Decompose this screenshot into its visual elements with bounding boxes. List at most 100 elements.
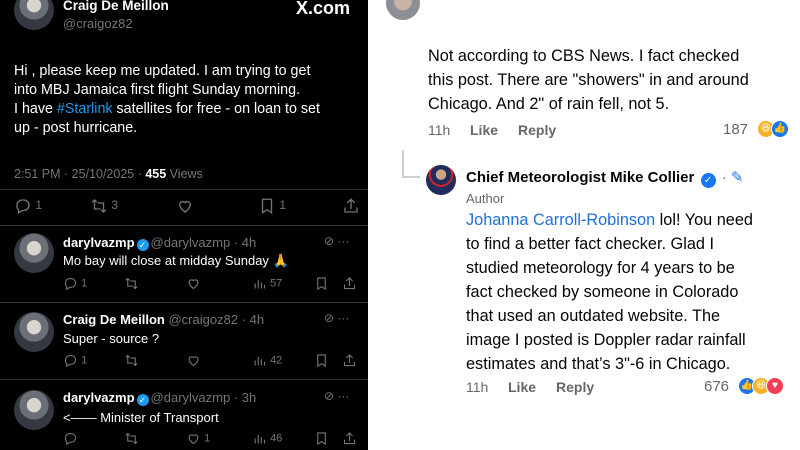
reaction-count[interactable]: 676 (704, 378, 729, 395)
share-button[interactable] (342, 197, 360, 215)
views-icon (254, 279, 266, 289)
more-options-icon[interactable]: ⊘ ··· (324, 234, 349, 248)
reply-line: to find a better fact checker. Glad I (466, 235, 714, 253)
reply-time[interactable]: 11h (466, 379, 488, 395)
like-button[interactable] (176, 197, 194, 215)
bookmark-button[interactable] (314, 276, 329, 291)
bookmark-button[interactable]: 1 (258, 197, 286, 215)
share-button[interactable] (342, 353, 357, 368)
more-options-icon[interactable]: ⊘ ··· (324, 389, 349, 403)
edit-icon[interactable]: ✎ (731, 169, 744, 186)
comment-text: Not according to CBS News. I fact checke… (428, 44, 749, 116)
reply-author[interactable]: Chief Meteorologist Mike Collier ✓ · ✎ (466, 168, 743, 188)
post-author-name[interactable]: Craig De Meillon (63, 0, 169, 13)
views-button[interactable]: 57 (252, 276, 282, 291)
facebook-comments-panel: Not according to CBS News. I fact checke… (368, 0, 800, 450)
divider (0, 379, 368, 380)
reply-author-handle: @darylvazmp · 4h (150, 235, 257, 250)
reply-text: Super - source ? (63, 331, 160, 346)
divider (0, 302, 368, 303)
reply-author-name: darylvazmp (63, 390, 135, 405)
reply-line: image I posted is Doppler radar rainfall (466, 331, 746, 349)
repost-button[interactable] (124, 353, 139, 368)
hashtag-link[interactable]: #Starlink (57, 101, 113, 117)
post-time[interactable]: 2:51 PM · 25/10/2025 · (14, 167, 145, 181)
share-button[interactable] (342, 276, 357, 291)
reply-icon (64, 277, 77, 291)
reply-author-name: Chief Meteorologist Mike Collier (466, 169, 695, 186)
repost-button[interactable] (124, 276, 139, 291)
repost-button[interactable] (124, 431, 139, 446)
reply-text: <—— Minister of Transport (63, 410, 219, 425)
post-text: satellites for free - on loan to set (112, 101, 320, 117)
post-text: I have (14, 101, 57, 117)
love-reaction-icon: ♥ (766, 377, 784, 395)
bookmark-button[interactable] (314, 431, 329, 446)
like-button[interactable] (186, 276, 201, 291)
mention-link[interactable]: Johanna Carroll-Robinson (466, 211, 655, 229)
reply-line: Johanna Carroll-Robinson lol! You need (466, 208, 753, 232)
reply-button[interactable] (63, 431, 78, 446)
divider (0, 225, 368, 226)
share-button[interactable] (342, 431, 357, 446)
bookmark-count: 1 (279, 198, 287, 213)
views-count: 455 (145, 167, 167, 181)
post-author-handle[interactable]: @craigoz82 (63, 16, 133, 31)
comment-line: Chicago. And 2" of rain fell, not 5. (428, 95, 670, 113)
reply-button[interactable]: 1 (63, 276, 87, 291)
author-avatar[interactable] (14, 0, 54, 30)
reply-author[interactable]: darylvazmp ✓ @darylvazmp · 3h (63, 390, 256, 406)
views-icon (254, 434, 266, 444)
share-icon (343, 354, 356, 367)
post-line: I have #Starlink satellites for free - o… (14, 100, 364, 119)
like-button[interactable] (186, 353, 201, 368)
repost-button[interactable]: 3 (90, 197, 118, 215)
reply-button[interactable]: Reply (518, 122, 556, 138)
reply-line: studied meteorology for 4 years to be (466, 259, 735, 277)
comment-time[interactable]: 11h (428, 122, 450, 138)
like-count: 1 (204, 432, 211, 445)
like-button[interactable]: 1 (186, 431, 210, 446)
reply-author-name: darylvazmp (63, 235, 135, 250)
heart-icon (188, 279, 199, 290)
post-timestamp: 2:51 PM · 25/10/2025 · 455 Views (14, 167, 203, 181)
views-button[interactable]: 42 (252, 353, 282, 368)
repost-icon (125, 432, 138, 445)
reaction-count[interactable]: 187 (723, 121, 748, 138)
share-icon (344, 198, 358, 213)
comment-line: this post. There are "showers" in and ar… (428, 71, 749, 89)
bookmark-icon (317, 432, 326, 446)
reply-avatar[interactable] (14, 312, 54, 352)
thread-connector (402, 176, 420, 178)
heart-icon (188, 434, 199, 445)
repost-count: 3 (111, 198, 119, 213)
reply-button[interactable]: Reply (556, 379, 594, 395)
commenter-avatar[interactable] (386, 0, 420, 20)
reply-button[interactable]: 1 (14, 197, 42, 215)
reply-avatar[interactable] (14, 233, 54, 273)
post-body: Hi , please keep me updated. I am trying… (14, 62, 364, 138)
reply-author-handle: @craigoz82 · 4h (168, 312, 265, 327)
share-icon (343, 277, 356, 290)
views-label: Views (166, 167, 203, 181)
reply-avatar[interactable] (14, 390, 54, 430)
reply-author[interactable]: darylvazmp ✓ @darylvazmp · 4h (63, 235, 256, 251)
reply-button[interactable]: 1 (63, 353, 87, 368)
heart-icon (179, 200, 191, 213)
like-button[interactable]: Like (508, 379, 536, 395)
post-line: Hi , please keep me updated. I am trying… (14, 63, 311, 79)
views-button[interactable]: 46 (252, 431, 282, 446)
more-options-icon[interactable]: ⊘ ··· (324, 311, 349, 325)
views-count: 42 (270, 354, 283, 367)
like-button[interactable]: Like (470, 122, 498, 138)
bookmark-button[interactable] (314, 353, 329, 368)
repost-icon (125, 277, 138, 290)
reply-line: that used an outdated website. The (466, 307, 721, 325)
reply-author[interactable]: Craig De Meillon @craigoz82 · 4h (63, 312, 264, 327)
views-count: 57 (270, 277, 283, 290)
x-logo: X.com (296, 0, 351, 18)
views-count: 46 (270, 432, 283, 445)
reply-icon (64, 432, 77, 446)
bookmark-icon (261, 198, 273, 215)
reply-author-avatar[interactable] (426, 165, 456, 195)
